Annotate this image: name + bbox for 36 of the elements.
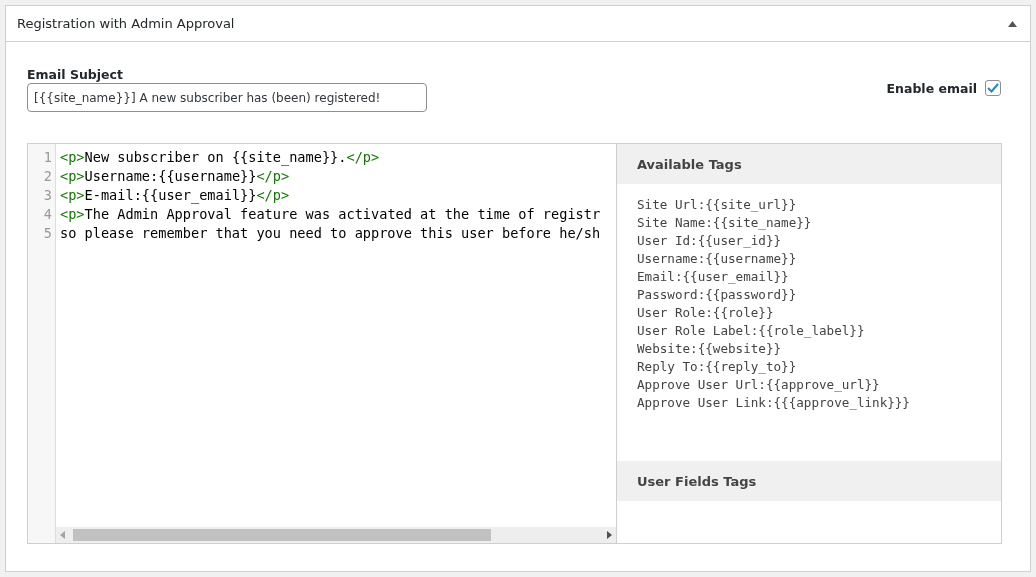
panel-title: Registration with Admin Approval <box>17 16 235 31</box>
line-number: 4 <box>43 205 52 224</box>
tag-item[interactable]: Approve User Url:{{approve_url}} <box>637 376 981 394</box>
scrollbar-thumb[interactable] <box>73 529 491 541</box>
tag-item[interactable]: Site Url:{{site_url}} <box>637 196 981 214</box>
checkbox-label: Enable email <box>886 80 977 96</box>
triangle-icon <box>1007 20 1017 27</box>
code-editor[interactable] <box>27 143 1002 544</box>
line-number: 5 <box>43 224 52 243</box>
tag-item[interactable]: User Role:{{role}} <box>637 304 981 322</box>
code-line: <p>E-mail:{{user_email}}</p> <box>60 186 291 205</box>
tag-item[interactable]: User Role Label:{{role_label}} <box>637 322 981 340</box>
scroll-left-icon[interactable] <box>60 531 65 539</box>
tag-item[interactable]: Password:{{password}} <box>637 286 981 304</box>
scroll-right-icon[interactable] <box>607 531 612 539</box>
subject-field[interactable]: [{{site_name}}] A new subscriber has (been) registered! <box>27 83 427 112</box>
tag-item[interactable]: Email:{{user_email}} <box>637 268 981 286</box>
gutter-corner <box>28 527 56 543</box>
line-number: 3 <box>43 186 52 205</box>
code-line: so please remember that you need to approve this user before he/sh <box>60 224 601 243</box>
tag-item[interactable]: Approve User Link:{{{approve_link}}} <box>637 394 981 412</box>
tag-item[interactable]: Reply To:{{reply_to}} <box>637 358 981 376</box>
tag-item[interactable]: User Id:{{user_id}} <box>637 232 981 250</box>
section-header: Available Tags <box>617 144 1001 184</box>
line-number: 1 <box>43 148 52 167</box>
line-number: 2 <box>43 167 52 186</box>
field-label: Email Subject <box>27 67 124 82</box>
code-line: <p>Username:{{username}}</p> <box>60 167 291 186</box>
section-header: User Fields Tags <box>617 461 1001 501</box>
code-line: <p>New subscriber on {{site_name}}.</p> <box>60 148 381 167</box>
tag-item[interactable]: Website:{{website}} <box>637 340 981 358</box>
horizontal-scrollbar[interactable] <box>56 527 616 543</box>
code-line: <p>The Admin Approval feature was activated at the time of registr <box>60 205 601 224</box>
enable-checkbox[interactable] <box>985 80 1001 96</box>
tag-item[interactable]: Site Name:{{site_name}} <box>637 214 981 232</box>
tag-item[interactable]: Username:{{username}} <box>637 250 981 268</box>
